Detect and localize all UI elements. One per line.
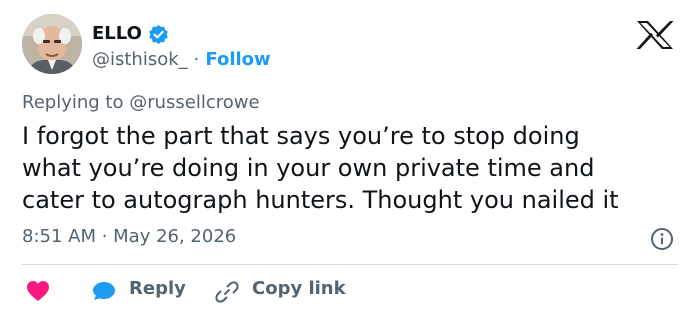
handle-row: @isthisok_ · Follow [92, 47, 271, 71]
author-name-row: ELLO [92, 22, 169, 46]
timestamp[interactable]: 8:51 AM · May 26, 2026 [22, 226, 236, 247]
tweet-text: I forgot the part that says you’re to st… [22, 122, 619, 214]
reply-button[interactable]: Reply [129, 278, 186, 299]
info-icon[interactable] [650, 227, 674, 251]
author-handle[interactable]: @isthisok_ [92, 49, 188, 70]
handle-separator: · [193, 48, 200, 70]
x-logo-icon[interactable] [634, 20, 676, 50]
divider [22, 264, 678, 265]
reply-bubble-icon[interactable] [92, 281, 116, 301]
heart-icon[interactable] [26, 280, 50, 302]
author-name[interactable]: ELLO [92, 23, 142, 45]
reply-context[interactable]: Replying to @russellcrowe [22, 92, 260, 113]
action-bar: Reply Copy link [0, 276, 700, 306]
verified-badge-icon [148, 24, 169, 45]
follow-button[interactable]: Follow [205, 49, 270, 70]
link-icon[interactable] [214, 279, 240, 305]
copy-link-button[interactable]: Copy link [252, 278, 346, 299]
avatar[interactable] [22, 14, 82, 74]
